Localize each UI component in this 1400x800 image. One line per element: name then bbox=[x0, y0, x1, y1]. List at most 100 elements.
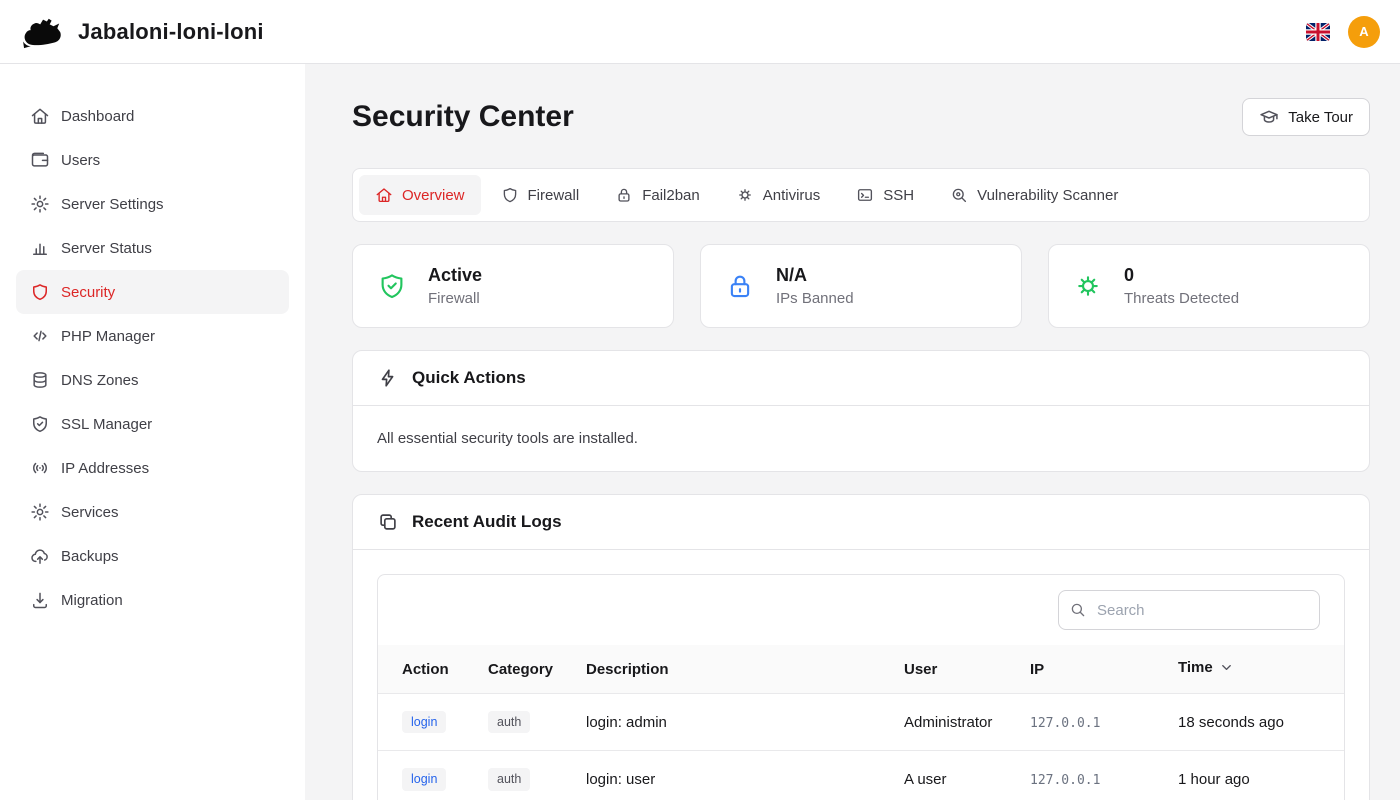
sidebar-item-label: SSL Manager bbox=[61, 416, 152, 433]
home-icon bbox=[375, 186, 393, 204]
sidebar-item-label: Users bbox=[61, 152, 100, 169]
tab-fail2ban[interactable]: Fail2ban bbox=[599, 175, 716, 215]
tab-firewall[interactable]: Firewall bbox=[485, 175, 596, 215]
description-cell: login: user bbox=[586, 751, 904, 800]
shield-check-icon bbox=[377, 271, 407, 301]
sidebar-item-ip-addresses[interactable]: IP Addresses bbox=[16, 446, 289, 490]
bar-chart-icon bbox=[30, 238, 50, 258]
avatar[interactable]: A bbox=[1348, 16, 1380, 48]
sidebar-item-label: Migration bbox=[61, 592, 123, 609]
shield-icon bbox=[501, 186, 519, 204]
tab-label: SSH bbox=[883, 187, 914, 204]
column-header-time[interactable]: Time bbox=[1178, 645, 1344, 694]
broadcast-icon bbox=[30, 458, 50, 478]
page-title: Security Center bbox=[352, 100, 574, 134]
take-tour-button[interactable]: Take Tour bbox=[1242, 98, 1370, 136]
sidebar-item-security[interactable]: Security bbox=[16, 270, 289, 314]
audit-logs-title: Recent Audit Logs bbox=[412, 512, 562, 532]
sidebar-item-server-settings[interactable]: Server Settings bbox=[16, 182, 289, 226]
stat-card-firewall: Active Firewall bbox=[352, 244, 674, 328]
table-header-row: Action Category Description User IP Time bbox=[378, 645, 1344, 694]
stat-cards: Active Firewall N/A IPs Banned 0 bbox=[352, 244, 1370, 328]
user-cell: Administrator bbox=[904, 694, 1030, 751]
quick-actions-title: Quick Actions bbox=[412, 368, 526, 388]
sidebar-item-users[interactable]: Users bbox=[16, 138, 289, 182]
shield-icon bbox=[30, 282, 50, 302]
sidebar: Dashboard Users Server Settings Server S… bbox=[0, 64, 305, 800]
search-input[interactable] bbox=[1058, 590, 1320, 630]
bull-icon bbox=[20, 13, 68, 51]
sidebar-item-php-manager[interactable]: PHP Manager bbox=[16, 314, 289, 358]
stat-card-threats: 0 Threats Detected bbox=[1048, 244, 1370, 328]
user-cell: A user bbox=[904, 751, 1030, 800]
cloud-upload-icon bbox=[30, 546, 50, 566]
ip-cell: 127.0.0.1 bbox=[1030, 716, 1100, 731]
virus-icon bbox=[736, 186, 754, 204]
sidebar-item-label: DNS Zones bbox=[61, 372, 139, 389]
sidebar-item-label: Server Settings bbox=[61, 196, 164, 213]
download-icon bbox=[30, 590, 50, 610]
sidebar-item-label: Security bbox=[61, 284, 115, 301]
column-header-user[interactable]: User bbox=[904, 645, 1030, 694]
sidebar-item-backups[interactable]: Backups bbox=[16, 534, 289, 578]
column-header-category[interactable]: Category bbox=[488, 645, 586, 694]
tab-label: Fail2ban bbox=[642, 187, 700, 204]
sidebar-item-label: Backups bbox=[61, 548, 119, 565]
column-header-action[interactable]: Action bbox=[378, 645, 488, 694]
tab-vulnerability-scanner[interactable]: Vulnerability Scanner bbox=[934, 175, 1134, 215]
audit-logs-table-card: Action Category Description User IP Time bbox=[377, 574, 1345, 800]
sidebar-item-dns-zones[interactable]: DNS Zones bbox=[16, 358, 289, 402]
ip-cell: 127.0.0.1 bbox=[1030, 773, 1100, 788]
column-header-ip[interactable]: IP bbox=[1030, 645, 1178, 694]
clipboard-icon bbox=[377, 511, 399, 533]
wallet-icon bbox=[30, 150, 50, 170]
scanner-icon bbox=[950, 186, 968, 204]
code-icon bbox=[30, 326, 50, 346]
sidebar-item-dashboard[interactable]: Dashboard bbox=[16, 94, 289, 138]
quick-actions-message: All essential security tools are install… bbox=[377, 430, 1345, 447]
top-bar: Jabaloni-loni-loni A bbox=[0, 0, 1400, 64]
tab-label: Overview bbox=[402, 187, 465, 204]
table-row: login auth login: user A user 127.0.0.1 … bbox=[378, 751, 1344, 800]
home-icon bbox=[30, 106, 50, 126]
sidebar-item-server-status[interactable]: Server Status bbox=[16, 226, 289, 270]
tab-ssh[interactable]: SSH bbox=[840, 175, 930, 215]
sidebar-item-label: Dashboard bbox=[61, 108, 134, 125]
column-header-description[interactable]: Description bbox=[586, 645, 904, 694]
category-badge: auth bbox=[488, 711, 530, 733]
search-icon bbox=[1069, 601, 1087, 624]
sidebar-item-label: Services bbox=[61, 504, 119, 521]
tab-antivirus[interactable]: Antivirus bbox=[720, 175, 837, 215]
sidebar-item-ssl-manager[interactable]: SSL Manager bbox=[16, 402, 289, 446]
stat-label: IPs Banned bbox=[776, 290, 854, 307]
audit-logs-card: Recent Audit Logs bbox=[352, 494, 1370, 800]
uk-flag-icon[interactable] bbox=[1306, 23, 1330, 41]
description-cell: login: admin bbox=[586, 694, 904, 751]
sidebar-item-label: IP Addresses bbox=[61, 460, 149, 477]
gear-icon bbox=[30, 194, 50, 214]
sidebar-item-migration[interactable]: Migration bbox=[16, 578, 289, 622]
stat-card-ips-banned: N/A IPs Banned bbox=[700, 244, 1022, 328]
virus-icon bbox=[1073, 271, 1103, 301]
tab-label: Vulnerability Scanner bbox=[977, 187, 1118, 204]
take-tour-label: Take Tour bbox=[1288, 109, 1353, 126]
lock-icon bbox=[615, 186, 633, 204]
tab-label: Firewall bbox=[528, 187, 580, 204]
sidebar-item-services[interactable]: Services bbox=[16, 490, 289, 534]
terminal-icon bbox=[856, 186, 874, 204]
brand-name: Jabaloni-loni-loni bbox=[78, 19, 264, 45]
tab-overview[interactable]: Overview bbox=[359, 175, 481, 215]
graduation-cap-icon bbox=[1259, 107, 1279, 127]
time-cell: 18 seconds ago bbox=[1178, 694, 1344, 751]
quick-actions-card: Quick Actions All essential security too… bbox=[352, 350, 1370, 472]
lock-icon bbox=[725, 271, 755, 301]
lightning-icon bbox=[377, 367, 399, 389]
stat-value: Active bbox=[428, 265, 482, 286]
main-content: Security Center Take Tour Overview Fir bbox=[305, 64, 1400, 800]
brand[interactable]: Jabaloni-loni-loni bbox=[20, 13, 264, 51]
stat-label: Threats Detected bbox=[1124, 290, 1239, 307]
time-cell: 1 hour ago bbox=[1178, 751, 1344, 800]
sidebar-item-label: Server Status bbox=[61, 240, 152, 257]
sidebar-item-label: PHP Manager bbox=[61, 328, 155, 345]
stat-value: 0 bbox=[1124, 265, 1239, 286]
